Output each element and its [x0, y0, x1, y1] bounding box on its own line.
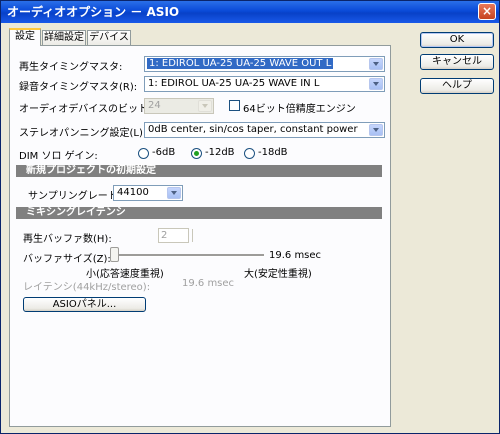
settings-panel: 再生タイミングマスタ: 1: EDIROL UA-25 UA-25 WAVE O… — [9, 45, 391, 427]
sample-rate-value: 44100 — [117, 187, 149, 198]
dim-radio-6db-label: -6dB — [152, 147, 176, 158]
mixing-latency-section-header: ミキシングレイテンシ — [16, 207, 382, 219]
stereo-panning-label: ステレオパンニング設定(L): — [19, 128, 147, 139]
tab-settings[interactable]: 設定 — [9, 28, 41, 46]
ok-button[interactable]: OK — [420, 32, 494, 48]
buffer-count-value: 2 — [161, 230, 168, 241]
record-timing-master-label: 録音タイミングマスタ(R): — [19, 82, 138, 93]
buffer-size-value: 19.6 msec — [269, 250, 322, 261]
stereo-panning-select[interactable]: 0dB center, sin/cos taper, constant powe… — [144, 122, 385, 138]
playback-timing-master-select[interactable]: 1: EDIROL UA-25 UA-25 WAVE OUT L — [144, 56, 385, 72]
help-button[interactable]: ヘルプ — [420, 78, 494, 94]
tab-advanced[interactable]: 詳細設定 — [42, 30, 86, 45]
buffer-count-label: 再生バッファ数(H): — [23, 234, 112, 245]
cancel-button[interactable]: キャンセル — [420, 54, 494, 70]
record-timing-master-value: 1: EDIROL UA-25 UA-25 WAVE IN L — [148, 78, 320, 89]
latency-label: レイテンシ(44kHz/stereo): — [23, 282, 151, 293]
buffer-size-slider-thumb[interactable] — [110, 247, 119, 262]
latency-value: 19.6 msec — [182, 278, 235, 289]
bit-depth-select[interactable]: 24 — [144, 98, 214, 114]
buffer-count-spinner[interactable] — [192, 229, 198, 242]
new-project-section-header: 新規プロジェクトの初期設定 — [16, 165, 382, 177]
window-title: オーディオオプション － ASIO — [7, 5, 180, 19]
stereo-panning-value: 0dB center, sin/cos taper, constant powe… — [148, 124, 358, 135]
bit-depth-value: 24 — [148, 100, 161, 111]
record-timing-master-select[interactable]: 1: EDIROL UA-25 UA-25 WAVE IN L — [144, 76, 385, 92]
buffer-size-max-label: 大(安定性重視) — [244, 269, 312, 280]
close-icon: × — [481, 4, 493, 18]
engine-64bit-label: 64ビット倍精度エンジン — [243, 104, 356, 115]
title-bar: オーディオオプション － ASIO × — [1, 1, 499, 23]
playback-timing-master-label: 再生タイミングマスタ: — [19, 62, 123, 73]
buffer-size-slider-track[interactable] — [110, 254, 264, 257]
buffer-size-label: バッファサイズ(Z): — [23, 254, 111, 265]
chevron-down-icon[interactable] — [369, 58, 383, 70]
chevron-down-icon[interactable] — [167, 187, 181, 199]
playback-timing-master-value: 1: EDIROL UA-25 UA-25 WAVE OUT L — [147, 58, 334, 69]
dim-radio-12db-label: -12dB — [205, 147, 235, 158]
dim-radio-18db-label: -18dB — [258, 147, 288, 158]
chevron-down-icon[interactable] — [369, 78, 383, 90]
dim-radio-12db[interactable] — [191, 148, 202, 159]
sample-rate-select[interactable]: 44100 — [113, 185, 183, 201]
asio-panel-button[interactable]: ASIOパネル... — [23, 297, 146, 312]
chevron-down-icon — [198, 100, 212, 112]
close-button[interactable]: × — [478, 3, 496, 20]
dim-radio-18db[interactable] — [244, 148, 255, 159]
buffer-count-input[interactable]: 2 — [158, 228, 189, 243]
chevron-down-icon[interactable] — [369, 124, 383, 136]
tab-devices[interactable]: デバイス — [87, 30, 131, 45]
engine-64bit-checkbox[interactable] — [229, 100, 240, 111]
audio-options-dialog: オーディオオプション － ASIO × 設定 詳細設定 デバイス 再生タイミング… — [0, 0, 500, 434]
dim-radio-6db[interactable] — [138, 148, 149, 159]
dim-solo-gain-label: DIM ソロ ゲイン: — [19, 151, 98, 162]
